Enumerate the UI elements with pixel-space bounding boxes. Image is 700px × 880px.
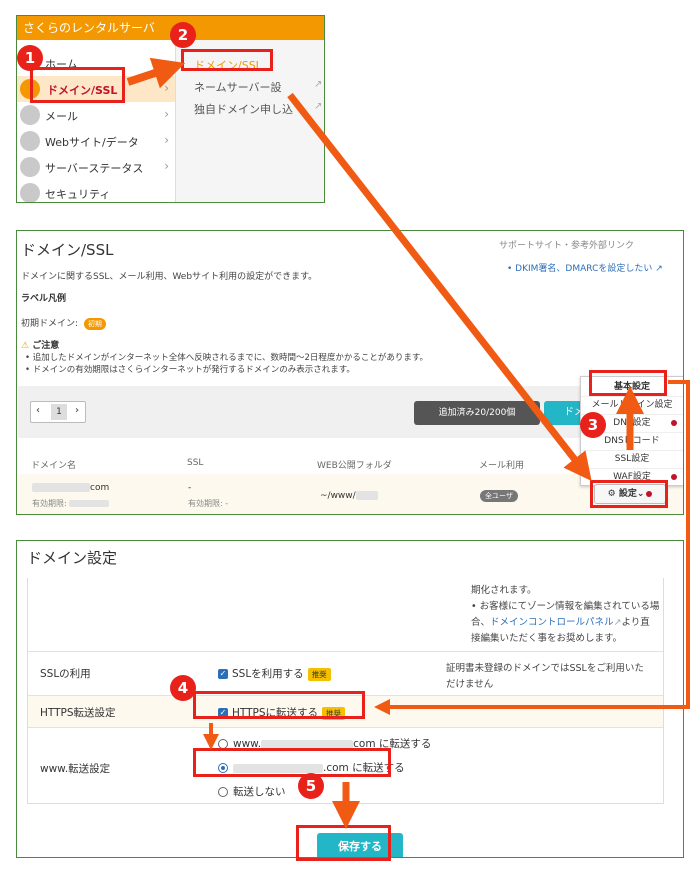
step-2-badge: 2 xyxy=(170,22,196,48)
step-3-badge: 3 xyxy=(580,412,606,438)
step-4-badge: 4 xyxy=(170,675,196,701)
arrows-overlay xyxy=(126,57,690,829)
arrow-3-to-4 xyxy=(374,380,690,715)
arrow-2-to-3 xyxy=(287,92,592,482)
step-1-badge: 1 xyxy=(17,45,43,71)
step-5-badge: 5 xyxy=(298,773,324,799)
arrow-1-to-2 xyxy=(126,57,186,89)
